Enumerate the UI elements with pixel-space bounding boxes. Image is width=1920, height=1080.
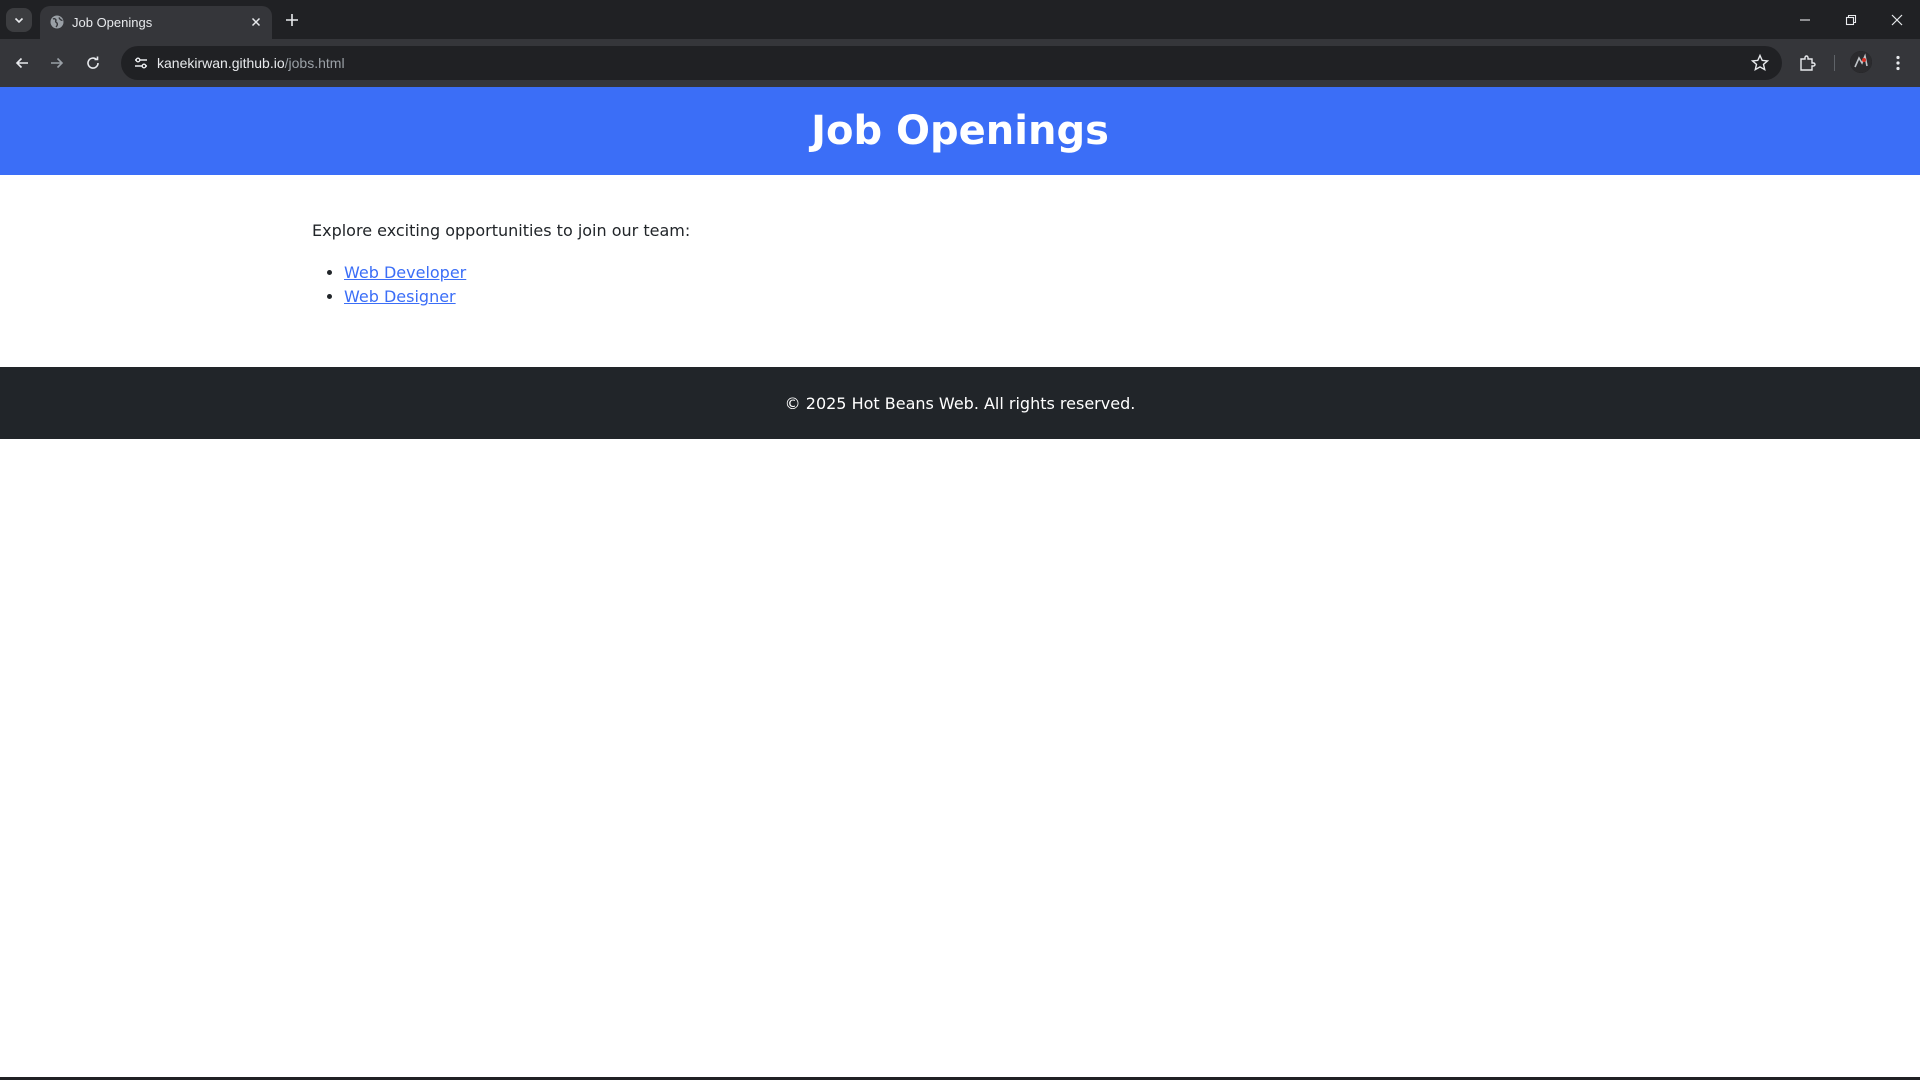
job-link-web-developer[interactable]: Web Developer xyxy=(344,263,466,282)
kebab-menu-icon[interactable] xyxy=(1888,53,1908,73)
footer-copyright: © 2025 Hot Beans Web. All rights reserve… xyxy=(784,393,1136,413)
browser-tab-strip: Job Openings xyxy=(0,0,1920,39)
toolbar-divider xyxy=(1834,55,1835,71)
tab-title: Job Openings xyxy=(72,15,153,30)
tab-search-button[interactable] xyxy=(6,8,32,32)
job-link-web-designer[interactable]: Web Designer xyxy=(344,287,456,306)
avatar[interactable] xyxy=(1850,51,1872,73)
chevron-down-icon xyxy=(13,14,25,26)
close-window-icon[interactable] xyxy=(1874,8,1920,32)
list-item: Web Developer xyxy=(344,261,466,285)
globe-icon xyxy=(49,14,65,30)
minimize-icon[interactable] xyxy=(1782,8,1828,32)
site-header: Job Openings xyxy=(0,87,1920,175)
url-host: kanekirwan.github.io xyxy=(157,55,285,71)
puzzle-icon[interactable] xyxy=(1797,53,1817,73)
star-icon[interactable] xyxy=(1750,53,1770,73)
forward-arrow-icon[interactable] xyxy=(46,52,68,74)
plus-icon[interactable] xyxy=(282,10,302,30)
back-arrow-icon[interactable] xyxy=(11,52,33,74)
url-path: /jobs.html xyxy=(284,55,345,71)
main-content: Explore exciting opportunities to join o… xyxy=(0,175,1920,367)
jobs-list: Web Developer Web Designer xyxy=(344,261,466,309)
address-bar[interactable]: kanekirwan.github.io/jobs.html xyxy=(121,46,1782,80)
page-title: Job Openings xyxy=(811,108,1109,154)
close-icon[interactable] xyxy=(248,14,264,30)
reload-icon[interactable] xyxy=(82,52,104,74)
url-text: kanekirwan.github.io/jobs.html xyxy=(157,55,345,71)
restore-icon[interactable] xyxy=(1828,8,1874,32)
list-item: Web Designer xyxy=(344,285,466,309)
site-footer: © 2025 Hot Beans Web. All rights reserve… xyxy=(0,367,1920,439)
page-viewport: Job Openings Explore exciting opportunit… xyxy=(0,87,1920,1080)
intro-text: Explore exciting opportunities to join o… xyxy=(312,221,691,240)
tune-icon[interactable] xyxy=(129,51,153,75)
tab-job-openings[interactable]: Job Openings xyxy=(40,6,272,39)
browser-toolbar: kanekirwan.github.io/jobs.html xyxy=(0,39,1920,87)
